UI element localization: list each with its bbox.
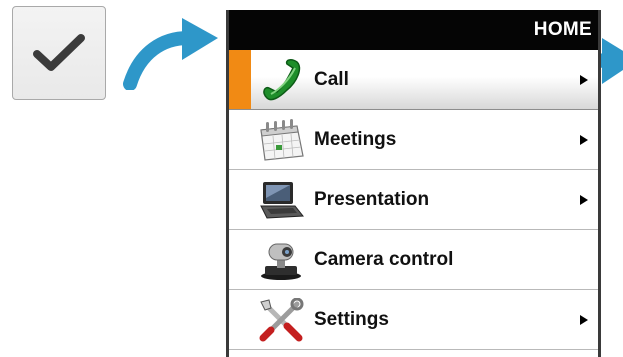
menu-header: HOME: [229, 10, 598, 50]
confirm-check-button[interactable]: [12, 6, 106, 100]
chevron-right-icon: [580, 194, 588, 205]
phone-icon: [263, 59, 301, 101]
home-menu-panel: HOME Call Meetings Presentation Camera c…: [226, 10, 601, 357]
menu-item-label: Presentation: [314, 188, 430, 210]
curved-arrow-icon: [123, 18, 218, 90]
menu-item-label: Settings: [314, 308, 389, 330]
checkmark-icon: [33, 34, 85, 71]
menu-item-label: Camera control: [314, 248, 454, 270]
menu-item-presentation[interactable]: Presentation: [229, 170, 598, 230]
chevron-right-icon: [580, 314, 588, 325]
chevron-right-icon: [580, 134, 588, 145]
camera-icon: [261, 243, 301, 280]
menu-item-meetings[interactable]: Meetings: [229, 110, 598, 170]
calendar-icon: [260, 119, 304, 161]
menu-item-settings[interactable]: Settings: [229, 290, 598, 350]
menu-item-call[interactable]: Call: [229, 50, 598, 110]
selection-indicator: [229, 50, 251, 109]
tools-icon: [259, 298, 304, 342]
menu-item-label: Call: [314, 68, 349, 90]
menu-header-title: HOME: [533, 19, 592, 40]
menu-item-camera-control[interactable]: Camera control: [229, 230, 598, 290]
chevron-right-icon: [580, 74, 588, 85]
laptop-icon: [260, 182, 304, 219]
menu-item-label: Meetings: [314, 128, 397, 150]
